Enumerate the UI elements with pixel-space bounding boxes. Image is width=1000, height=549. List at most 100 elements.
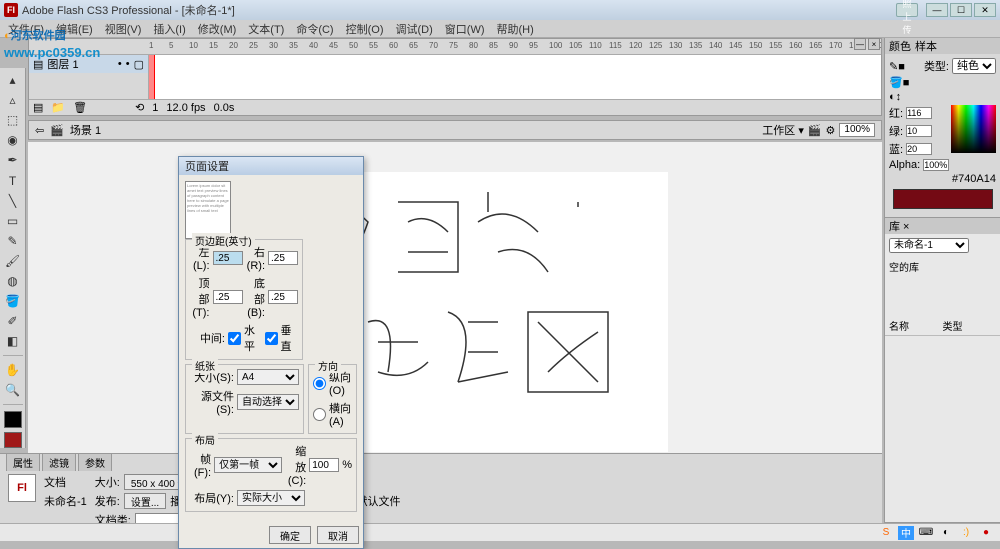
free-transform-tool[interactable]: ⬚ bbox=[4, 112, 22, 128]
publish-settings-button[interactable]: 设置... bbox=[124, 493, 166, 509]
ink-bottle-tool[interactable]: ◍ bbox=[4, 273, 22, 289]
orient-portrait-radio[interactable] bbox=[313, 377, 326, 390]
library-col-type[interactable]: 类型 bbox=[943, 318, 997, 333]
menu-debug[interactable]: 调试(D) bbox=[392, 21, 437, 37]
filters-tab[interactable]: 滤镜 bbox=[42, 453, 76, 471]
window-title: Adobe Flash CS3 Professional - [未命名-1*] bbox=[22, 2, 235, 18]
library-doc-select[interactable]: 未命名-1 bbox=[889, 238, 969, 253]
ruler-tick: 155 bbox=[769, 41, 782, 50]
upload-button[interactable]: 拍照上传 bbox=[896, 3, 918, 17]
menu-text[interactable]: 文本(T) bbox=[244, 21, 288, 37]
layer-outline-icon[interactable]: ▢ bbox=[134, 58, 144, 71]
green-input[interactable] bbox=[906, 125, 932, 137]
menu-commands[interactable]: 命令(C) bbox=[292, 21, 337, 37]
menu-control[interactable]: 控制(O) bbox=[342, 21, 388, 37]
timeline-frames[interactable] bbox=[149, 55, 881, 99]
pen-tool[interactable]: ✒ bbox=[4, 152, 22, 168]
panel-minimize-icon[interactable]: — bbox=[854, 38, 866, 50]
hex-display[interactable]: #740A14 bbox=[952, 173, 996, 185]
margin-right-input[interactable] bbox=[268, 251, 298, 265]
scene-name[interactable]: 场景 1 bbox=[70, 122, 101, 138]
new-layer-icon[interactable]: ▤ bbox=[33, 101, 43, 114]
margin-top-input[interactable] bbox=[213, 290, 243, 304]
frames-select[interactable]: 仅第一帧 bbox=[214, 457, 282, 473]
eraser-tool[interactable]: ◧ bbox=[4, 333, 22, 349]
color-tab[interactable]: 颜色 bbox=[889, 38, 911, 54]
workarea-dropdown[interactable]: 工作区 ▾ bbox=[762, 122, 804, 138]
ruler-tick: 140 bbox=[709, 41, 722, 50]
stroke-swatch-icon[interactable]: ✎■ bbox=[889, 60, 905, 73]
zoom-select[interactable]: 100% bbox=[839, 123, 875, 137]
keyboard-icon[interactable]: ⌨ bbox=[918, 526, 934, 540]
menu-view[interactable]: 视图(V) bbox=[101, 21, 146, 37]
margin-left-input[interactable] bbox=[213, 251, 243, 265]
library-col-name[interactable]: 名称 bbox=[889, 318, 943, 333]
close-button[interactable]: ✕ bbox=[974, 3, 996, 17]
rectangle-tool[interactable]: ▭ bbox=[4, 213, 22, 229]
color-picker[interactable] bbox=[951, 105, 996, 153]
delete-layer-icon[interactable]: 🗑 bbox=[73, 101, 87, 114]
onion-skin-icon[interactable]: ⟲ bbox=[135, 101, 144, 114]
status-icon-5[interactable]: :) bbox=[958, 526, 974, 540]
margin-bottom-input[interactable] bbox=[268, 290, 298, 304]
ime-indicator[interactable]: 中 bbox=[898, 526, 914, 540]
minimize-button[interactable]: — bbox=[926, 3, 948, 17]
ruler-tick: 60 bbox=[389, 41, 398, 50]
params-tab[interactable]: 参数 bbox=[78, 453, 112, 471]
symbol-selector-icon[interactable]: ⚙ bbox=[826, 124, 836, 137]
bw-swap-icon[interactable]: ◐↕ bbox=[889, 91, 901, 103]
type-label: 类型: bbox=[924, 58, 949, 74]
cancel-button[interactable]: 取消 bbox=[317, 526, 359, 544]
paper-size-select[interactable]: A4 bbox=[237, 369, 299, 385]
dialog-title[interactable]: 页面设置 bbox=[179, 157, 363, 175]
scale-input[interactable] bbox=[309, 458, 339, 472]
scene-selector-icon[interactable]: 🎬 bbox=[808, 124, 822, 137]
pencil-tool[interactable]: ✎ bbox=[4, 233, 22, 249]
center-h-checkbox[interactable] bbox=[228, 332, 241, 345]
fill-color-swatch[interactable] bbox=[4, 432, 22, 448]
orient-landscape-radio[interactable] bbox=[313, 408, 326, 421]
maximize-button[interactable]: ☐ bbox=[950, 3, 972, 17]
status-icon-6[interactable]: ● bbox=[978, 526, 994, 540]
back-icon[interactable]: ⇦ bbox=[35, 124, 44, 137]
ruler-tick: 70 bbox=[429, 41, 438, 50]
menu-help[interactable]: 帮助(H) bbox=[493, 21, 538, 37]
ok-button[interactable]: 确定 bbox=[269, 526, 311, 544]
panel-close-icon[interactable]: × bbox=[868, 38, 880, 50]
status-bar: S 中 ⌨ ◐ :) ● bbox=[0, 523, 1000, 541]
center-v-checkbox[interactable] bbox=[265, 332, 278, 345]
alpha-input[interactable] bbox=[923, 159, 949, 171]
blue-input[interactable] bbox=[906, 143, 932, 155]
stroke-color-swatch[interactable] bbox=[4, 411, 22, 427]
zoom-tool[interactable]: 🔍 bbox=[4, 382, 22, 398]
paint-bucket-tool[interactable]: 🪣 bbox=[4, 293, 22, 309]
layer-visibility-icon[interactable]: • bbox=[118, 58, 122, 70]
properties-tab[interactable]: 属性 bbox=[6, 453, 40, 471]
selection-tool[interactable]: ▴ bbox=[4, 72, 22, 88]
library-tab[interactable]: 库 × bbox=[889, 218, 909, 234]
menu-window[interactable]: 窗口(W) bbox=[441, 21, 489, 37]
lasso-tool[interactable]: ◉ bbox=[4, 132, 22, 148]
red-input[interactable] bbox=[906, 107, 932, 119]
stage-area[interactable] bbox=[28, 142, 882, 453]
menu-modify[interactable]: 修改(M) bbox=[194, 21, 241, 37]
text-tool[interactable]: T bbox=[4, 172, 22, 188]
hand-tool[interactable]: ✋ bbox=[4, 362, 22, 378]
layout-select[interactable]: 实际大小 bbox=[237, 490, 305, 506]
line-tool[interactable]: ╲ bbox=[4, 193, 22, 209]
playhead[interactable] bbox=[149, 55, 155, 99]
swatches-tab[interactable]: 样本 bbox=[915, 38, 937, 54]
menu-insert[interactable]: 插入(I) bbox=[149, 21, 189, 37]
timeline-ruler[interactable]: 1510152025303540455055606570758085909510… bbox=[29, 39, 881, 55]
subselection-tool[interactable]: ▵ bbox=[4, 92, 22, 108]
eyedropper-tool[interactable]: ✐ bbox=[4, 313, 22, 329]
new-folder-icon[interactable]: 📁 bbox=[51, 101, 65, 114]
status-icon-4[interactable]: ◐ bbox=[938, 526, 954, 540]
paper-source-select[interactable]: 自动选择 bbox=[237, 394, 299, 410]
status-icon-1[interactable]: S bbox=[878, 526, 894, 540]
fill-swatch-icon[interactable]: 🪣■ bbox=[889, 76, 909, 89]
layer-lock-icon[interactable]: • bbox=[126, 58, 130, 70]
fps-display: 12.0 fps bbox=[166, 102, 205, 114]
fill-type-select[interactable]: 纯色 bbox=[952, 58, 996, 74]
brush-tool[interactable]: 🖌 bbox=[4, 253, 22, 269]
